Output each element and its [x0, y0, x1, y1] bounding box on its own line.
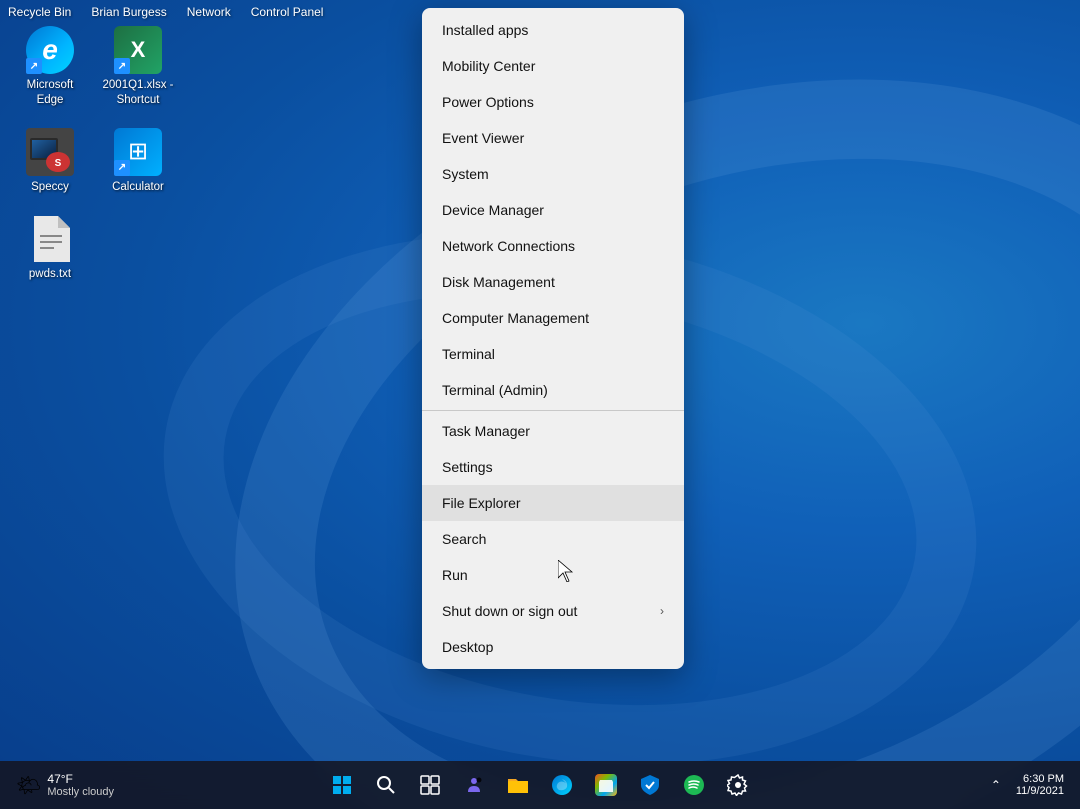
menu-item-event-viewer[interactable]: Event Viewer: [422, 120, 684, 156]
taskbar-settings[interactable]: [718, 765, 758, 805]
weather-icon: 🌤: [16, 773, 41, 798]
menu-item-system[interactable]: System: [422, 156, 684, 192]
menu-item-desktop[interactable]: Desktop: [422, 629, 684, 665]
speccy-label: Speccy: [31, 180, 69, 195]
menu-item-shut-down[interactable]: Shut down or sign out ›: [422, 593, 684, 629]
svg-text:S: S: [55, 158, 62, 169]
top-label-control-panel[interactable]: Control Panel: [251, 5, 324, 19]
taskbar-center: [322, 765, 758, 805]
excel-label: 2001Q1.xlsx - Shortcut: [102, 78, 174, 108]
menu-item-run[interactable]: Run: [422, 557, 684, 593]
desktop: Recycle Bin Brian Burgess Network Contro…: [0, 0, 1080, 809]
shortcut-arrow: ↗: [26, 58, 42, 74]
desktop-icon-calculator[interactable]: ⊞ ↗ Calculator: [98, 122, 178, 201]
weather-temp: 47°F: [47, 772, 114, 786]
desktop-icon-excel[interactable]: X ↗ 2001Q1.xlsx - Shortcut: [98, 20, 178, 114]
calculator-icon: ⊞ ↗: [114, 128, 162, 176]
menu-item-label-search: Search: [442, 531, 486, 547]
menu-item-device-manager[interactable]: Device Manager: [422, 192, 684, 228]
weather-text: 47°F Mostly cloudy: [47, 772, 114, 798]
menu-item-arrow-shut-down: ›: [660, 604, 664, 618]
menu-item-label-event-viewer: Event Viewer: [442, 130, 524, 146]
txt-label: pwds.txt: [29, 267, 71, 282]
clock[interactable]: 6:30 PM 11/9/2021: [1016, 773, 1072, 797]
taskbar-security[interactable]: [630, 765, 670, 805]
excel-icon: X ↗: [114, 26, 162, 74]
context-menu: Installed apps Mobility Center Power Optio…: [422, 8, 684, 669]
speccy-icon: S: [26, 128, 74, 176]
txt-icon: [26, 215, 74, 263]
calculator-label: Calculator: [112, 180, 164, 195]
menu-item-task-manager[interactable]: Task Manager: [422, 413, 684, 449]
taskbar-edge[interactable]: [542, 765, 582, 805]
weather-condition: Mostly cloudy: [47, 786, 114, 798]
menu-item-label-shut-down: Shut down or sign out: [442, 603, 577, 619]
menu-item-label-settings: Settings: [442, 459, 493, 475]
menu-item-label-desktop: Desktop: [442, 639, 493, 655]
menu-item-label-device-manager: Device Manager: [442, 202, 544, 218]
system-tray[interactable]: ⌃: [978, 767, 1014, 803]
menu-item-label-network-connections: Network Connections: [442, 238, 575, 254]
menu-item-label-task-manager: Task Manager: [442, 423, 530, 439]
menu-item-label-mobility-center: Mobility Center: [442, 58, 535, 74]
taskbar: 🌤 47°F Mostly cloudy: [0, 761, 1080, 809]
desktop-row-3: pwds.txt: [10, 209, 178, 288]
desktop-icons: e ↗ Microsoft Edge X ↗ 2001Q1.xlsx - Sho…: [0, 0, 188, 308]
shortcut-arrow: ↗: [114, 160, 130, 176]
menu-item-search[interactable]: Search: [422, 521, 684, 557]
menu-item-label-disk-management: Disk Management: [442, 274, 555, 290]
desktop-icon-edge[interactable]: e ↗ Microsoft Edge: [10, 20, 90, 114]
edge-label: Microsoft Edge: [14, 78, 86, 108]
menu-item-label-system: System: [442, 166, 489, 182]
edge-icon: e ↗: [26, 26, 74, 74]
menu-item-label-run: Run: [442, 567, 468, 583]
taskbar-teams[interactable]: [454, 765, 494, 805]
menu-item-label-power-options: Power Options: [442, 94, 534, 110]
taskbar-search-button[interactable]: [366, 765, 406, 805]
top-label-network[interactable]: Network: [187, 5, 231, 19]
menu-item-label-terminal-admin: Terminal (Admin): [442, 382, 548, 398]
menu-item-settings[interactable]: Settings: [422, 449, 684, 485]
clock-time: 6:30 PM: [1016, 773, 1064, 785]
menu-item-disk-management[interactable]: Disk Management: [422, 264, 684, 300]
weather-widget[interactable]: 🌤 47°F Mostly cloudy: [8, 768, 122, 802]
menu-item-terminal[interactable]: Terminal: [422, 336, 684, 372]
menu-item-terminal-admin[interactable]: Terminal (Admin): [422, 372, 684, 408]
menu-item-computer-management[interactable]: Computer Management: [422, 300, 684, 336]
taskbar-right: ⌃ 6:30 PM 11/9/2021: [972, 767, 1072, 803]
desktop-row-2: S Speccy ⊞ ↗ Calculator: [10, 122, 178, 201]
menu-item-label-terminal: Terminal: [442, 346, 495, 362]
taskbar-file-explorer[interactable]: [498, 765, 538, 805]
start-button[interactable]: [322, 765, 362, 805]
menu-item-mobility-center[interactable]: Mobility Center: [422, 48, 684, 84]
desktop-row-1: e ↗ Microsoft Edge X ↗ 2001Q1.xlsx - Sho…: [10, 20, 178, 114]
desktop-icon-txt[interactable]: pwds.txt: [10, 209, 90, 288]
taskbar-left: 🌤 47°F Mostly cloudy: [8, 768, 168, 802]
menu-item-label-installed-apps: Installed apps: [442, 22, 528, 38]
menu-item-network-connections[interactable]: Network Connections: [422, 228, 684, 264]
menu-divider: [422, 410, 684, 411]
menu-item-installed-apps[interactable]: Installed apps: [422, 12, 684, 48]
taskbar-spotify[interactable]: [674, 765, 714, 805]
clock-date: 11/9/2021: [1016, 785, 1064, 797]
menu-item-power-options[interactable]: Power Options: [422, 84, 684, 120]
desktop-icon-speccy[interactable]: S Speccy: [10, 122, 90, 201]
taskbar-store[interactable]: [586, 765, 626, 805]
menu-item-file-explorer[interactable]: File Explorer: [422, 485, 684, 521]
taskbar-task-view[interactable]: [410, 765, 450, 805]
menu-item-label-file-explorer: File Explorer: [442, 495, 521, 511]
shortcut-arrow: ↗: [114, 58, 130, 74]
menu-item-label-computer-management: Computer Management: [442, 310, 589, 326]
